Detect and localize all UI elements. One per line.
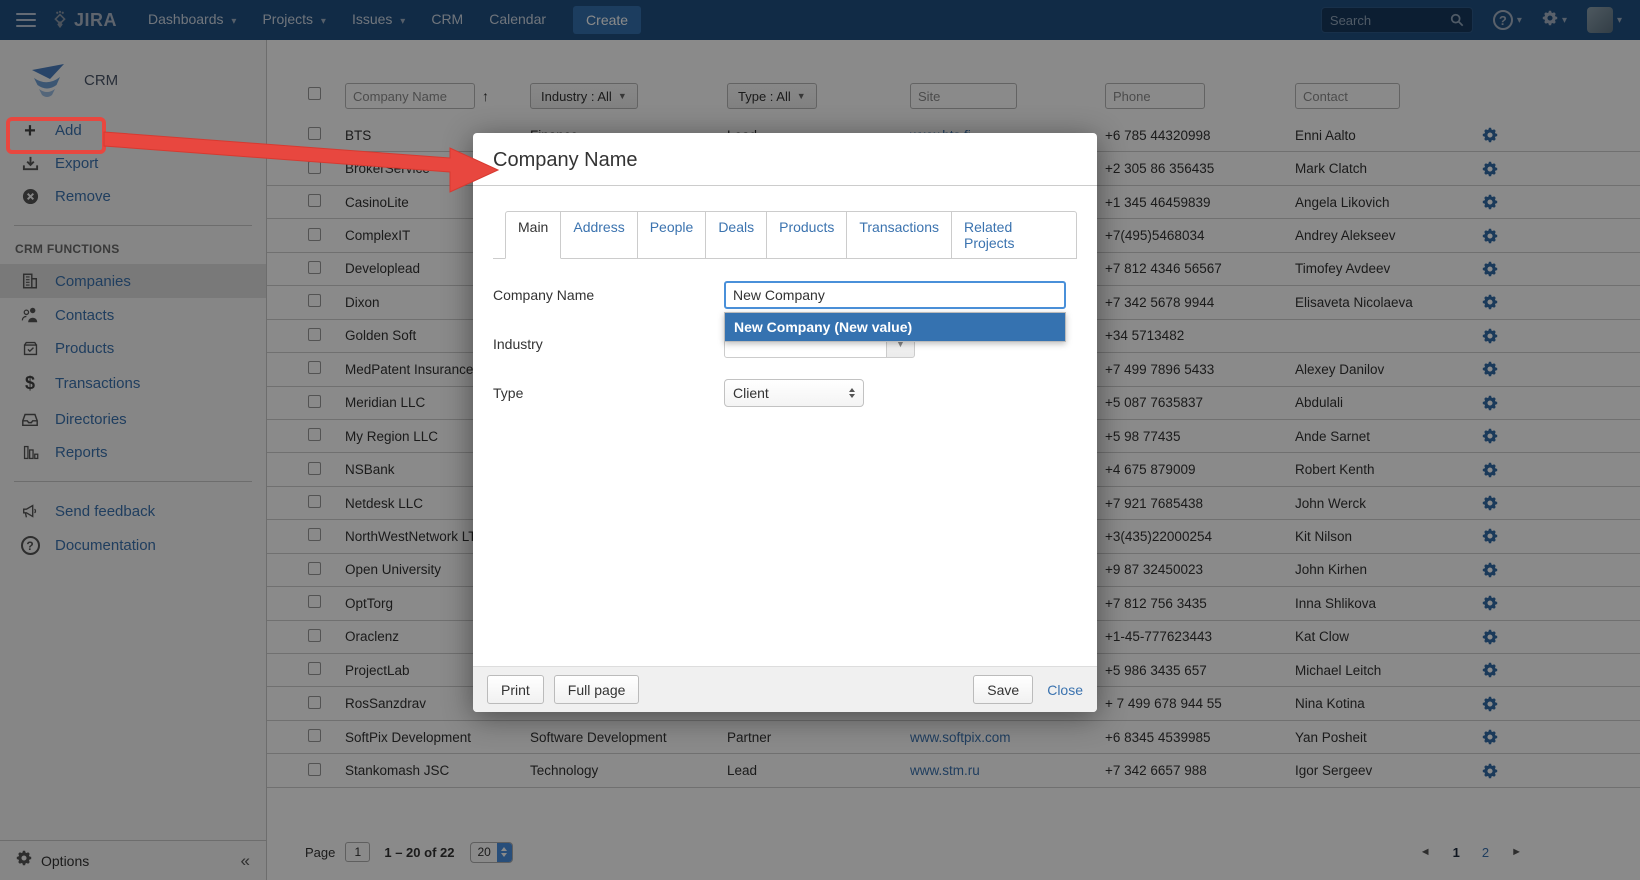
type-select-value: Client: [733, 385, 769, 401]
tab-address[interactable]: Address: [561, 211, 637, 259]
full-page-button[interactable]: Full page: [554, 675, 640, 704]
dialog-tabs: MainAddressPeopleDealsProductsTransactio…: [493, 210, 1077, 259]
company-name-input[interactable]: [724, 281, 1066, 309]
tab-related-projects[interactable]: Related Projects: [952, 211, 1077, 259]
autocomplete-option[interactable]: New Company (New value): [725, 313, 1065, 341]
dialog-title: Company Name: [493, 149, 1077, 172]
save-button[interactable]: Save: [973, 675, 1033, 704]
tab-people[interactable]: People: [638, 211, 707, 259]
industry-label: Industry: [493, 330, 724, 358]
jira-crm-page: JIRA Dashboards ▾Projects ▾Issues ▾CRMCa…: [0, 0, 1640, 880]
autocomplete-dropdown: New Company (New value): [724, 312, 1066, 342]
type-select[interactable]: Client: [724, 379, 864, 407]
close-link[interactable]: Close: [1047, 682, 1083, 698]
type-label: Type: [493, 379, 724, 407]
select-arrows-icon: [849, 388, 855, 398]
company-dialog: Company Name MainAddressPeopleDealsProdu…: [473, 133, 1097, 712]
print-button[interactable]: Print: [487, 675, 544, 704]
tab-main[interactable]: Main: [505, 211, 561, 259]
tab-transactions[interactable]: Transactions: [847, 211, 952, 259]
company-name-label: Company Name: [493, 281, 724, 309]
dialog-footer: Print Full page Save Close: [473, 666, 1097, 712]
dialog-header: Company Name: [473, 133, 1097, 186]
tab-deals[interactable]: Deals: [706, 211, 767, 259]
tab-products[interactable]: Products: [767, 211, 847, 259]
